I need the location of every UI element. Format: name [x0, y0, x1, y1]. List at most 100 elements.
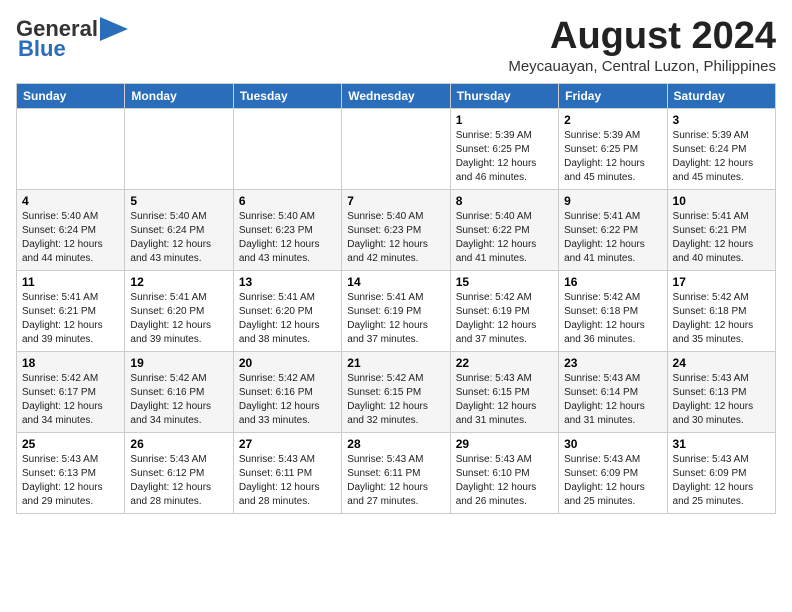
- day-detail: Sunrise: 5:41 AM Sunset: 6:22 PM Dayligh…: [564, 210, 661, 266]
- day-number: 7: [347, 194, 444, 208]
- calendar-cell: 6 Sunrise: 5:40 AM Sunset: 6:23 PM Daylig…: [233, 189, 341, 270]
- day-number: 25: [22, 437, 119, 451]
- day-number: 16: [564, 275, 661, 289]
- calendar-cell: 8Sunrise: 5:40 AM Sunset: 6:22 PM Daylig…: [450, 189, 558, 270]
- title-area: August 2024 Meycauayan, Central Luzon, P…: [508, 16, 776, 75]
- weekday-header-thursday: Thursday: [450, 83, 558, 108]
- day-number: 28: [347, 437, 444, 451]
- week-row-3: 11 Sunrise: 5:41 AM Sunset: 6:21 PM Dayli…: [17, 270, 776, 351]
- location-subtitle: Meycauayan, Central Luzon, Philippines: [508, 58, 776, 75]
- calendar-cell: 20 Sunrise: 5:42 AM Sunset: 6:16 PM Dayli…: [233, 351, 341, 432]
- calendar-cell: [342, 108, 450, 189]
- weekday-header-saturday: Saturday: [667, 83, 775, 108]
- day-number: 12: [130, 275, 227, 289]
- calendar-cell: 19 Sunrise: 5:42 AM Sunset: 6:16 PM Dayli…: [125, 351, 233, 432]
- day-detail: Sunrise: 5:43 AM Sunset: 6:11 PM Dayligh…: [347, 453, 444, 509]
- day-number: 23: [564, 356, 661, 370]
- calendar-cell: 16 Sunrise: 5:42 AM Sunset: 6:18 PM Dayli…: [559, 270, 667, 351]
- day-detail: Sunrise: 5:40 AM Sunset: 6:24 PM Dayligh…: [130, 210, 227, 266]
- calendar-cell: 13Sunrise: 5:41 AM Sunset: 6:20 PM Dayli…: [233, 270, 341, 351]
- day-number: 20: [239, 356, 336, 370]
- calendar-cell: 10Sunrise: 5:41 AM Sunset: 6:21 PM Dayli…: [667, 189, 775, 270]
- weekday-header-friday: Friday: [559, 83, 667, 108]
- day-number: 27: [239, 437, 336, 451]
- day-number: 24: [673, 356, 770, 370]
- day-detail: Sunrise: 5:40 AM Sunset: 6:23 PM Dayligh…: [347, 210, 444, 266]
- day-number: 14: [347, 275, 444, 289]
- day-detail: Sunrise: 5:42 AM Sunset: 6:18 PM Dayligh…: [673, 291, 770, 347]
- day-number: 18: [22, 356, 119, 370]
- day-detail: Sunrise: 5:39 AM Sunset: 6:24 PM Dayligh…: [673, 129, 770, 185]
- day-number: 13: [239, 275, 336, 289]
- calendar-cell: 14 Sunrise: 5:41 AM Sunset: 6:19 PM Dayli…: [342, 270, 450, 351]
- week-row-1: 1Sunrise: 5:39 AM Sunset: 6:25 PM Daylig…: [17, 108, 776, 189]
- day-detail: Sunrise: 5:43 AM Sunset: 6:09 PM Dayligh…: [564, 453, 661, 509]
- weekday-header-sunday: Sunday: [17, 83, 125, 108]
- day-detail: Sunrise: 5:43 AM Sunset: 6:09 PM Dayligh…: [673, 453, 770, 509]
- calendar-cell: 31Sunrise: 5:43 AM Sunset: 6:09 PM Dayli…: [667, 432, 775, 513]
- day-detail: Sunrise: 5:42 AM Sunset: 6:18 PM Dayligh…: [564, 291, 661, 347]
- day-detail: Sunrise: 5:41 AM Sunset: 6:21 PM Dayligh…: [673, 210, 770, 266]
- calendar-cell: 11 Sunrise: 5:41 AM Sunset: 6:21 PM Dayli…: [17, 270, 125, 351]
- calendar-cell: 21 Sunrise: 5:42 AM Sunset: 6:15 PM Dayli…: [342, 351, 450, 432]
- day-number: 1: [456, 113, 553, 127]
- day-detail: Sunrise: 5:43 AM Sunset: 6:12 PM Dayligh…: [130, 453, 227, 509]
- day-number: 4: [22, 194, 119, 208]
- page-header: General Blue August 2024 Meycauayan, Cen…: [16, 16, 776, 75]
- day-number: 3: [673, 113, 770, 127]
- day-number: 11: [22, 275, 119, 289]
- day-number: 17: [673, 275, 770, 289]
- day-detail: Sunrise: 5:42 AM Sunset: 6:16 PM Dayligh…: [239, 372, 336, 428]
- day-number: 15: [456, 275, 553, 289]
- day-detail: Sunrise: 5:41 AM Sunset: 6:21 PM Dayligh…: [22, 291, 119, 347]
- day-detail: Sunrise: 5:40 AM Sunset: 6:24 PM Dayligh…: [22, 210, 119, 266]
- day-number: 2: [564, 113, 661, 127]
- day-detail: Sunrise: 5:40 AM Sunset: 6:23 PM Dayligh…: [239, 210, 336, 266]
- calendar-cell: 27 Sunrise: 5:43 AM Sunset: 6:11 PM Dayli…: [233, 432, 341, 513]
- calendar-cell: 25 Sunrise: 5:43 AM Sunset: 6:13 PM Dayli…: [17, 432, 125, 513]
- calendar-cell: [125, 108, 233, 189]
- weekday-header-row: SundayMondayTuesdayWednesdayThursdayFrid…: [17, 83, 776, 108]
- calendar-cell: 9 Sunrise: 5:41 AM Sunset: 6:22 PM Daylig…: [559, 189, 667, 270]
- day-number: 6: [239, 194, 336, 208]
- calendar-cell: 17 Sunrise: 5:42 AM Sunset: 6:18 PM Dayli…: [667, 270, 775, 351]
- day-detail: Sunrise: 5:41 AM Sunset: 6:20 PM Dayligh…: [130, 291, 227, 347]
- day-detail: Sunrise: 5:43 AM Sunset: 6:10 PM Dayligh…: [456, 453, 553, 509]
- calendar-cell: 29Sunrise: 5:43 AM Sunset: 6:10 PM Dayli…: [450, 432, 558, 513]
- day-number: 19: [130, 356, 227, 370]
- calendar-cell: 3 Sunrise: 5:39 AM Sunset: 6:24 PM Daylig…: [667, 108, 775, 189]
- calendar-cell: 2Sunrise: 5:39 AM Sunset: 6:25 PM Daylig…: [559, 108, 667, 189]
- calendar-cell: 26 Sunrise: 5:43 AM Sunset: 6:12 PM Dayli…: [125, 432, 233, 513]
- day-number: 21: [347, 356, 444, 370]
- day-detail: Sunrise: 5:43 AM Sunset: 6:11 PM Dayligh…: [239, 453, 336, 509]
- day-number: 26: [130, 437, 227, 451]
- month-year-title: August 2024: [508, 16, 776, 58]
- logo: General Blue: [16, 16, 128, 62]
- weekday-header-tuesday: Tuesday: [233, 83, 341, 108]
- week-row-4: 18Sunrise: 5:42 AM Sunset: 6:17 PM Dayli…: [17, 351, 776, 432]
- day-number: 22: [456, 356, 553, 370]
- calendar-cell: 12 Sunrise: 5:41 AM Sunset: 6:20 PM Dayli…: [125, 270, 233, 351]
- calendar-cell: 18Sunrise: 5:42 AM Sunset: 6:17 PM Dayli…: [17, 351, 125, 432]
- day-number: 9: [564, 194, 661, 208]
- day-detail: Sunrise: 5:43 AM Sunset: 6:13 PM Dayligh…: [22, 453, 119, 509]
- calendar-cell: [17, 108, 125, 189]
- logo-blue: Blue: [18, 36, 66, 62]
- day-number: 30: [564, 437, 661, 451]
- week-row-5: 25 Sunrise: 5:43 AM Sunset: 6:13 PM Dayli…: [17, 432, 776, 513]
- day-detail: Sunrise: 5:41 AM Sunset: 6:19 PM Dayligh…: [347, 291, 444, 347]
- day-detail: Sunrise: 5:42 AM Sunset: 6:16 PM Dayligh…: [130, 372, 227, 428]
- logo-arrow-icon: [100, 17, 128, 41]
- calendar-cell: 4 Sunrise: 5:40 AM Sunset: 6:24 PM Daylig…: [17, 189, 125, 270]
- day-detail: Sunrise: 5:43 AM Sunset: 6:15 PM Dayligh…: [456, 372, 553, 428]
- calendar-cell: [233, 108, 341, 189]
- day-number: 8: [456, 194, 553, 208]
- week-row-2: 4 Sunrise: 5:40 AM Sunset: 6:24 PM Daylig…: [17, 189, 776, 270]
- calendar-cell: 30 Sunrise: 5:43 AM Sunset: 6:09 PM Dayli…: [559, 432, 667, 513]
- calendar-cell: 28 Sunrise: 5:43 AM Sunset: 6:11 PM Dayli…: [342, 432, 450, 513]
- day-detail: Sunrise: 5:42 AM Sunset: 6:15 PM Dayligh…: [347, 372, 444, 428]
- day-number: 5: [130, 194, 227, 208]
- calendar-cell: 24Sunrise: 5:43 AM Sunset: 6:13 PM Dayli…: [667, 351, 775, 432]
- calendar-cell: 1Sunrise: 5:39 AM Sunset: 6:25 PM Daylig…: [450, 108, 558, 189]
- weekday-header-monday: Monday: [125, 83, 233, 108]
